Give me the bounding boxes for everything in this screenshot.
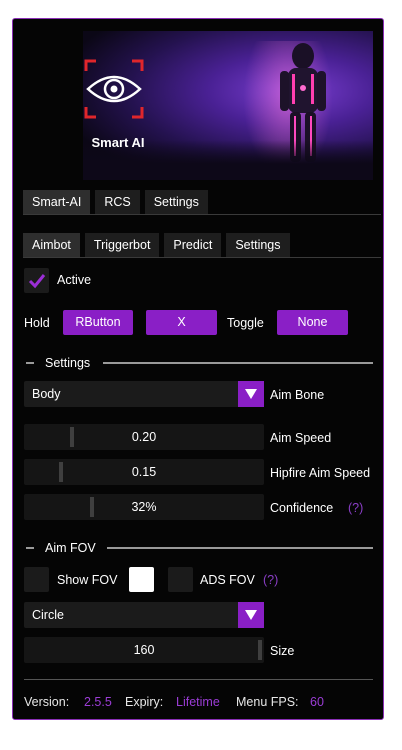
hold-label: Hold: [24, 316, 50, 330]
version-label: Version:: [24, 695, 70, 709]
hipfire-aim-speed-label: Hipfire Aim Speed: [270, 466, 371, 480]
sub-tab-divider: [23, 257, 381, 258]
sub-tab-bar: Aimbot Triggerbot Predict Settings: [23, 233, 295, 257]
active-checkbox[interactable]: [24, 268, 49, 293]
fov-shape-dropdown[interactable]: Circle: [24, 602, 264, 628]
footer-divider: [24, 679, 373, 680]
dropdown-arrow-icon[interactable]: [238, 602, 264, 628]
confidence-label: Confidence: [270, 501, 334, 515]
ads-fov-checkbox[interactable]: [168, 567, 193, 592]
fov-size-value: 160: [133, 643, 155, 657]
tab-settings[interactable]: Settings: [144, 190, 208, 214]
main-tab-divider: [23, 214, 381, 215]
menu-fps-value: 60: [310, 695, 324, 709]
section-line: [103, 362, 373, 364]
fov-size-label: Size: [270, 644, 295, 658]
tab-triggerbot[interactable]: Triggerbot: [84, 233, 160, 257]
aim-speed-slider[interactable]: 0.20: [24, 424, 264, 450]
dropdown-arrow-icon[interactable]: [238, 381, 264, 407]
main-tab-bar: Smart-AI RCS Settings: [23, 190, 213, 214]
active-label: Active: [57, 273, 92, 287]
settings-section-title: Settings: [45, 356, 91, 370]
ads-fov-help-icon[interactable]: (?): [263, 573, 278, 587]
confidence-value: 32%: [131, 500, 157, 514]
checkmark-icon: [28, 273, 45, 288]
aim-bone-value: Body: [32, 387, 61, 401]
fov-shape-value: Circle: [32, 608, 64, 622]
expiry-value: Lifetime: [176, 695, 220, 709]
show-fov-checkbox[interactable]: [24, 567, 49, 592]
aim-fov-section-header: Aim FOV: [23, 541, 373, 555]
tab-predict[interactable]: Predict: [164, 233, 222, 257]
confidence-slider[interactable]: 32%: [24, 494, 264, 520]
aim-bone-dropdown[interactable]: Body: [24, 381, 264, 407]
aim-speed-label: Aim Speed: [270, 431, 332, 445]
expiry-label: Expiry:: [125, 695, 164, 709]
fov-size-slider[interactable]: 160: [24, 637, 264, 663]
section-line: [107, 547, 373, 549]
hipfire-aim-speed-slider[interactable]: 0.15: [24, 459, 264, 485]
tab-aimbot[interactable]: Aimbot: [23, 233, 80, 257]
toggle-label: Toggle: [227, 316, 264, 330]
hipfire-aim-speed-value: 0.15: [131, 465, 157, 479]
tab-smart-ai[interactable]: Smart-AI: [23, 190, 91, 214]
toggle-key-button[interactable]: None: [277, 310, 348, 335]
show-fov-label: Show FOV: [57, 573, 118, 587]
aim-fov-section-title: Aim FOV: [45, 541, 96, 555]
secondary-key-button[interactable]: X: [146, 310, 217, 335]
logo-text: Smart AI: [91, 135, 145, 150]
fov-color-swatch[interactable]: [129, 567, 154, 592]
settings-section-header: Settings: [23, 356, 373, 370]
ads-fov-label: ADS FOV: [200, 573, 255, 587]
section-dash: [26, 362, 34, 364]
aim-bone-label: Aim Bone: [270, 388, 325, 402]
tab-rcs[interactable]: RCS: [95, 190, 140, 214]
eye-logo-icon: [84, 59, 144, 119]
aim-speed-value: 0.20: [131, 430, 157, 444]
version-value: 2.5.5: [84, 695, 112, 709]
tab-aimbot-settings[interactable]: Settings: [226, 233, 290, 257]
hold-key-button[interactable]: RButton: [63, 310, 133, 335]
confidence-help-icon[interactable]: (?): [348, 501, 363, 515]
section-dash: [26, 547, 34, 549]
menu-window: Smart AI Smart-AI RCS Settings Aimbot Tr…: [12, 18, 384, 720]
menu-fps-label: Menu FPS:: [236, 695, 299, 709]
